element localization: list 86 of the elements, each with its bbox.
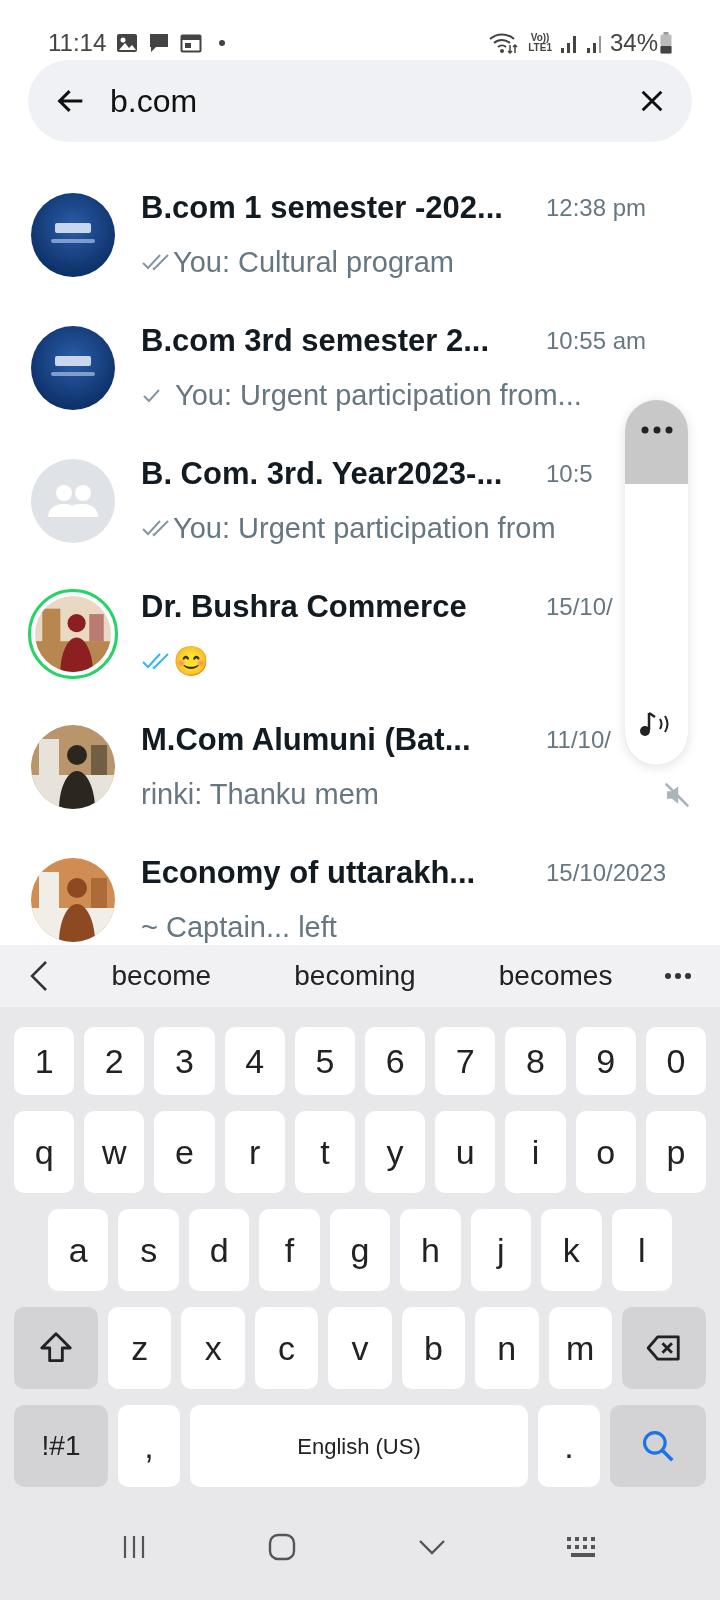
key[interactable]: e xyxy=(154,1111,215,1193)
message-preview: 😊 xyxy=(173,644,209,679)
search-query: b.com xyxy=(110,82,199,121)
message-preview: rinki: Thanku mem xyxy=(141,777,379,812)
key[interactable]: r xyxy=(224,1111,285,1193)
chevron-down-icon[interactable] xyxy=(416,1537,447,1556)
key[interactable]: w xyxy=(84,1111,145,1193)
key[interactable]: a xyxy=(48,1209,109,1291)
backspace-key[interactable] xyxy=(621,1307,706,1389)
chat-row[interactable]: B. Com. 3rd. Year2023-... 10:5 You: Urgent participation from xyxy=(0,434,720,567)
key[interactable]: f xyxy=(259,1209,320,1291)
more-options-icon[interactable] xyxy=(641,426,673,434)
key[interactable]: d xyxy=(188,1209,250,1291)
network-label: Vo)) LTE1 xyxy=(528,33,552,53)
key[interactable]: x xyxy=(181,1307,245,1389)
key[interactable]: 0 xyxy=(645,1027,707,1095)
message-preview: You: Cultural program xyxy=(173,245,455,280)
chat-time: 11/10/ xyxy=(546,724,611,755)
key[interactable]: i xyxy=(505,1111,566,1193)
chat-time: 15/10/2023 xyxy=(546,857,667,888)
home-icon[interactable] xyxy=(267,1531,298,1562)
chat-row[interactable]: B.com 1 semester -202... 12:38 pm You: Cultural program xyxy=(0,168,720,301)
key[interactable]: q xyxy=(14,1111,75,1193)
symbols-key[interactable]: !#1 xyxy=(14,1405,108,1487)
key[interactable]: 1 xyxy=(14,1027,75,1095)
key[interactable]: . xyxy=(538,1405,600,1487)
calendar-icon xyxy=(180,33,203,53)
key[interactable]: c xyxy=(254,1307,319,1389)
search-key[interactable] xyxy=(610,1405,706,1487)
key[interactable]: n xyxy=(475,1307,539,1389)
battery-icon xyxy=(660,32,672,54)
message-preview: ~ Captain... left xyxy=(141,910,337,945)
notification-dot-icon xyxy=(218,39,227,47)
key[interactable]: b xyxy=(401,1307,466,1389)
suggestion[interactable]: becoming xyxy=(294,955,416,997)
chat-row[interactable]: Dr. Bushra Commerce 15/10/ 😊 xyxy=(0,567,720,700)
message-preview: You: Urgent participation from... xyxy=(175,378,582,413)
key[interactable]: g xyxy=(329,1209,391,1291)
message-icon xyxy=(148,32,171,54)
chat-time: 12:38 pm xyxy=(546,192,647,223)
key[interactable]: v xyxy=(328,1307,392,1389)
chat-name: Dr. Bushra Commerce xyxy=(141,587,467,626)
shift-key[interactable] xyxy=(14,1307,98,1389)
key[interactable]: 4 xyxy=(224,1027,285,1095)
key[interactable]: h xyxy=(400,1209,461,1291)
chat-time: 10:55 am xyxy=(546,325,647,356)
key[interactable]: y xyxy=(365,1111,426,1193)
key[interactable]: 5 xyxy=(294,1027,355,1095)
chat-name: B.com 3rd semester 2... xyxy=(141,321,490,360)
chat-time: 10:5 xyxy=(546,458,593,489)
key[interactable]: 8 xyxy=(505,1027,566,1095)
key[interactable]: j xyxy=(470,1209,532,1291)
chat-name: B. Com. 3rd. Year2023-... xyxy=(141,454,503,493)
key[interactable]: p xyxy=(645,1111,707,1193)
key[interactable]: 2 xyxy=(84,1027,145,1095)
key[interactable]: t xyxy=(294,1111,355,1193)
key[interactable]: 7 xyxy=(435,1027,496,1095)
space-key[interactable]: English (US) xyxy=(190,1405,528,1487)
chat-name: M.Com Alumuni (Bat... xyxy=(141,720,471,759)
key[interactable]: 9 xyxy=(575,1027,636,1095)
volume-slider[interactable] xyxy=(625,400,688,765)
more-options-icon[interactable] xyxy=(664,972,692,980)
key[interactable]: l xyxy=(611,1209,672,1291)
key[interactable]: s xyxy=(118,1209,179,1291)
chat-name: B.com 1 semester -202... xyxy=(141,188,503,227)
chat-time: 15/10/ xyxy=(546,591,613,622)
key[interactable]: k xyxy=(541,1209,602,1291)
key[interactable]: u xyxy=(435,1111,496,1193)
chat-row[interactable]: Economy of uttarakh... 15/10/2023 ~ Captain... left xyxy=(0,833,720,945)
message-preview: You: Urgent participation from xyxy=(173,511,556,546)
key[interactable]: 6 xyxy=(365,1027,426,1095)
image-icon xyxy=(116,33,139,53)
chat-name: Economy of uttarakh... xyxy=(141,853,476,892)
chevron-left-icon[interactable] xyxy=(28,959,50,993)
search-field[interactable]: b.com xyxy=(28,60,692,142)
suggestion[interactable]: becomes xyxy=(498,955,613,997)
battery-percentage: 34% xyxy=(609,31,658,55)
key[interactable]: , xyxy=(118,1405,180,1487)
key[interactable]: 3 xyxy=(154,1027,215,1095)
key[interactable]: m xyxy=(548,1307,612,1389)
chat-row[interactable]: B.com 3rd semester 2... 10:55 am You: Urgent participation from... xyxy=(0,301,720,434)
clock: 11:14 xyxy=(48,31,107,55)
key[interactable]: z xyxy=(108,1307,172,1389)
key[interactable]: o xyxy=(575,1111,636,1193)
wifi-icon xyxy=(488,31,519,55)
suggestion[interactable]: become xyxy=(111,955,212,997)
